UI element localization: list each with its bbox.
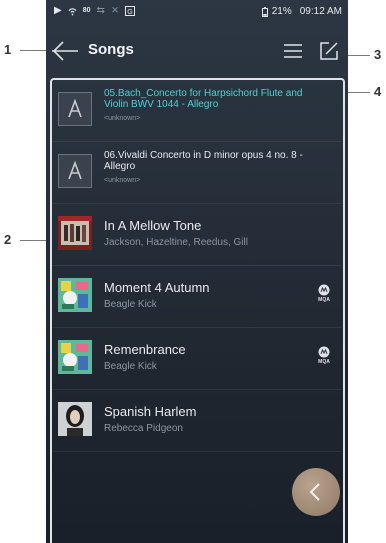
callout-4: 4 [374, 84, 382, 99]
astell-logo-artwork [58, 154, 92, 188]
song-row-4[interactable]: Moment 4 Autumn Beagle Kick MQA [52, 266, 342, 328]
svg-text:G: G [128, 9, 133, 16]
album-art-red [58, 216, 92, 250]
song-title: Remenbrance [104, 342, 186, 357]
astell-logo-artwork [58, 92, 92, 126]
callout-2: 2 [4, 232, 12, 247]
back-button[interactable] [52, 40, 78, 62]
callout-1: 1 [4, 42, 12, 57]
song-artist: Rebecca Pidgeon [104, 423, 183, 434]
album-art-green [58, 340, 92, 374]
song-artist: <unknown> [104, 115, 141, 122]
mqa-badge: MQA [316, 346, 332, 368]
song-row-5[interactable]: Remenbrance Beagle Kick MQA [52, 328, 342, 390]
song-title: In A Mellow Tone [104, 218, 202, 233]
album-art-green [58, 278, 92, 312]
song-title: Spanish Harlem [104, 404, 197, 419]
kbps-label: 80 [82, 7, 91, 14]
song-row-6[interactable]: Spanish Harlem Rebecca Pidgeon [52, 390, 342, 452]
mqa-badge: MQA [316, 284, 332, 306]
song-row-1[interactable]: 05.Bach_Concerto for Harpsichord Flute a… [52, 80, 342, 142]
song-artist: Beagle Kick [104, 299, 157, 310]
shuffle-icon: ⨯ [110, 5, 120, 16]
gapless-icon: G [125, 6, 136, 16]
status-bar: ▶ 80 ⇆ ⨯ G 21% 09:12 AM [46, 0, 348, 24]
mqa-label: MQA [318, 359, 330, 365]
song-artist: Beagle Kick [104, 361, 157, 372]
battery-percent: 21% [271, 6, 292, 17]
device-screen: ▶ 80 ⇆ ⨯ G 21% 09:12 AM Songs 05.Bach_Co… [46, 0, 348, 543]
battery-icon [261, 6, 268, 17]
hamburger-icon [284, 44, 302, 58]
song-row-3[interactable]: In A Mellow Tone Jackson, Hazeltine, Ree… [52, 204, 342, 266]
callout-3: 3 [374, 47, 382, 62]
song-row-2[interactable]: 06.Vivaldi Concerto in D minor opus 4 no… [52, 142, 342, 204]
chevron-left-icon [309, 483, 320, 501]
page-title: Songs [88, 41, 134, 58]
floating-back-button[interactable] [292, 468, 340, 516]
song-artist: Jackson, Hazeltine, Reedus, Gill [104, 237, 248, 248]
back-arrow-icon [52, 41, 78, 61]
select-mode-button[interactable] [318, 40, 340, 62]
play-icon: ▶ [54, 5, 62, 16]
song-artist: <unknown> [104, 177, 141, 184]
wifi-icon [68, 7, 77, 16]
title-bar: Songs [46, 28, 348, 74]
mqa-label: MQA [318, 297, 330, 303]
song-title: 06.Vivaldi Concerto in D minor opus 4 no… [104, 150, 303, 172]
song-title: 05.Bach_Concerto for Harpsichord Flute a… [104, 88, 303, 110]
clock: 09:12 AM [299, 6, 342, 17]
repeat-icon: ⇆ [96, 5, 105, 16]
song-title: Moment 4 Autumn [104, 280, 210, 295]
album-art-portrait [58, 402, 92, 436]
menu-button[interactable] [282, 40, 304, 62]
edit-select-icon [320, 42, 338, 60]
